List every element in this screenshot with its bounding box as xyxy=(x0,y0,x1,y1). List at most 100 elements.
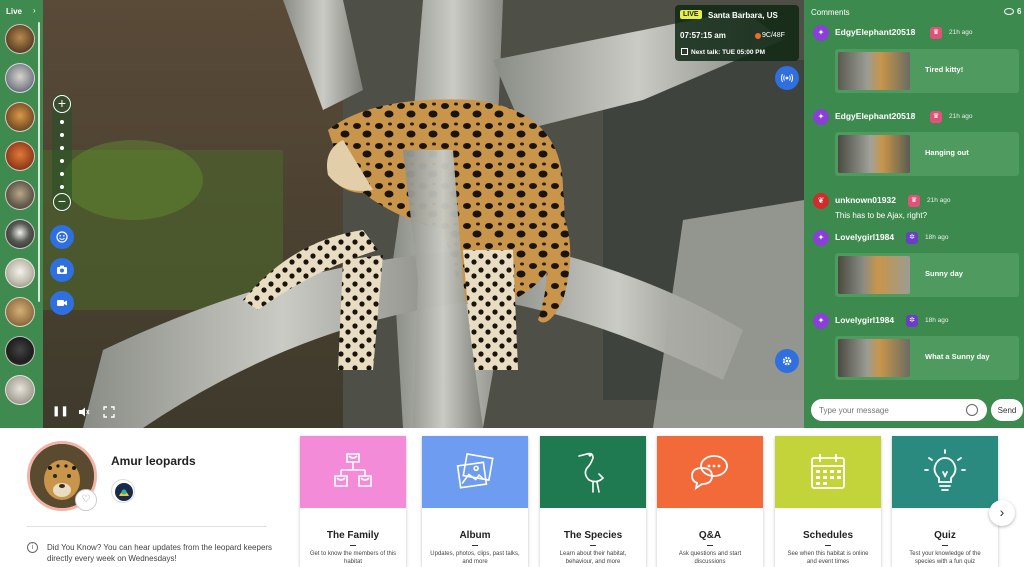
comment-clip-card[interactable]: What a Sunny day xyxy=(835,336,1019,380)
chevron-right-icon[interactable]: › xyxy=(989,500,1015,526)
card-quiz[interactable]: Quiz Test your knowledge of the species … xyxy=(892,436,998,567)
send-button[interactable]: Send xyxy=(991,399,1023,421)
comment-username[interactable]: Lovelygirl1984 xyxy=(835,315,894,325)
live-label: Live xyxy=(6,7,23,16)
thumb-lions[interactable] xyxy=(5,297,35,327)
badge-icon: ♛ xyxy=(930,27,942,39)
badge-icon: ♛ xyxy=(908,195,920,207)
zoom-step[interactable] xyxy=(60,185,64,189)
comment-clip-card[interactable]: Hanging out xyxy=(835,132,1019,176)
record-clip-button[interactable] xyxy=(50,291,74,315)
chat-bubbles-icon xyxy=(691,455,728,490)
pause-icon[interactable]: ❚❚ xyxy=(52,405,69,419)
zoom-step[interactable] xyxy=(60,146,64,150)
next-talk-label: Next talk: TUE 05:00 PM xyxy=(691,49,766,56)
card-schedules[interactable]: Schedules See when this habitat is onlin… xyxy=(775,436,881,567)
comment-username[interactable]: EdgyElephant20518 xyxy=(835,27,915,37)
clip-thumbnail xyxy=(838,135,910,173)
app: Live › + − LIVE Santa Barbara, US 07:57:… xyxy=(0,0,1024,567)
broadcast-button[interactable] xyxy=(775,66,799,90)
comment-time: 21h ago xyxy=(949,113,973,120)
zoom-step[interactable] xyxy=(60,159,64,163)
message-input[interactable] xyxy=(811,399,987,421)
broadcast-icon xyxy=(781,73,793,83)
commenter-avatar[interactable]: ✦ xyxy=(813,109,829,125)
thumb-koalas[interactable] xyxy=(5,180,35,210)
comment-time: 18h ago xyxy=(925,317,949,324)
card-description: Test your knowledge of the species with … xyxy=(909,551,981,565)
mute-icon[interactable] xyxy=(77,405,91,419)
card-description: Learn about their habitat, behaviour, an… xyxy=(559,551,627,565)
photo-album-icon xyxy=(456,452,494,489)
gear-icon xyxy=(782,356,792,366)
sidebar-scrollbar[interactable] xyxy=(38,22,40,302)
chevron-right-icon[interactable]: › xyxy=(33,6,36,15)
calendar-icon xyxy=(681,48,688,55)
thumb-snow-leopards[interactable] xyxy=(5,375,35,405)
badge-icon: ♛ xyxy=(930,111,942,123)
card-the-family[interactable]: The Family Get to know the members of th… xyxy=(300,436,406,567)
commenter-avatar[interactable]: ✦ xyxy=(813,313,829,329)
zoom-step[interactable] xyxy=(60,133,64,137)
zoom-out-button[interactable]: − xyxy=(53,193,71,211)
thumb-tigers[interactable] xyxy=(5,63,35,93)
clip-caption: Sunny day xyxy=(925,269,963,278)
emoji-reaction-button[interactable] xyxy=(50,225,74,249)
heron-icon xyxy=(578,452,605,493)
comment-clip-card[interactable]: Tired kitty! xyxy=(835,49,1019,93)
card-banner xyxy=(540,436,646,508)
card-album[interactable]: Album Updates, photos, clips, past talks… xyxy=(422,436,528,567)
comment-username[interactable]: Lovelygirl1984 xyxy=(835,232,894,242)
comment-clip-card[interactable]: Sunny day xyxy=(835,253,1019,297)
habitat-name: Amur leopards xyxy=(111,454,196,468)
card-title: The Family xyxy=(326,530,380,541)
comments-title: Comments xyxy=(811,8,850,17)
commenter-avatar[interactable]: ✦ xyxy=(813,230,829,246)
clip-caption: What a Sunny day xyxy=(925,352,990,361)
card-banner xyxy=(657,436,763,508)
thumb-red-pandas[interactable] xyxy=(5,102,35,132)
zoom-step[interactable] xyxy=(60,120,64,124)
viewer-count: 6 xyxy=(1017,7,1022,16)
zoom-step[interactable] xyxy=(60,172,64,176)
card-banner xyxy=(422,436,528,508)
thumb-amur-leopards[interactable] xyxy=(5,24,35,54)
calendar-icon xyxy=(811,454,845,489)
comment-time: 21h ago xyxy=(927,197,951,204)
location-label: Santa Barbara, US xyxy=(708,11,778,20)
video-frame xyxy=(43,0,804,428)
thumb-lemurs[interactable] xyxy=(5,219,35,249)
thumb-wolves[interactable] xyxy=(5,258,35,288)
camera-icon xyxy=(57,265,67,274)
emoji-icon[interactable] xyxy=(966,404,978,416)
card-divider xyxy=(942,545,948,546)
commenter-avatar[interactable]: ❦ xyxy=(813,193,829,209)
commenter-avatar[interactable]: ✦ xyxy=(813,25,829,41)
zoom-in-button[interactable]: + xyxy=(53,95,71,113)
favorite-heart-icon[interactable]: ♡ xyxy=(75,489,97,511)
clip-thumbnail xyxy=(838,339,910,377)
fullscreen-icon[interactable] xyxy=(102,405,116,419)
card-qa[interactable]: Q&A Ask questions and start discussions xyxy=(657,436,763,567)
stream-info-panel: LIVE Santa Barbara, US 07:57:15 am 9C/48… xyxy=(675,5,799,61)
clip-caption: Hanging out xyxy=(925,148,969,157)
comment-username[interactable]: EdgyElephant20518 xyxy=(835,111,915,121)
card-description: See when this habitat is online and even… xyxy=(787,551,869,565)
thumb-orangutans[interactable] xyxy=(5,141,35,171)
partner-logo[interactable] xyxy=(111,479,135,503)
comment-username[interactable]: unknown01932 xyxy=(835,195,896,205)
thumb-gorillas[interactable] xyxy=(5,336,35,366)
card-the-species[interactable]: The Species Learn about their habitat, b… xyxy=(540,436,646,567)
info-icon: i xyxy=(27,542,38,553)
card-title: Q&A xyxy=(698,530,722,541)
card-divider xyxy=(472,545,478,546)
snapshot-button[interactable] xyxy=(50,258,74,282)
card-title: Album xyxy=(459,530,491,541)
temperature: 9C/48F xyxy=(762,32,785,39)
live-sidebar: Live › xyxy=(0,0,43,428)
settings-button[interactable] xyxy=(775,349,799,373)
live-video[interactable] xyxy=(43,0,804,428)
divider xyxy=(27,526,267,527)
local-time: 07:57:15 am xyxy=(680,31,726,40)
card-description: Ask questions and start discussions xyxy=(678,551,742,565)
